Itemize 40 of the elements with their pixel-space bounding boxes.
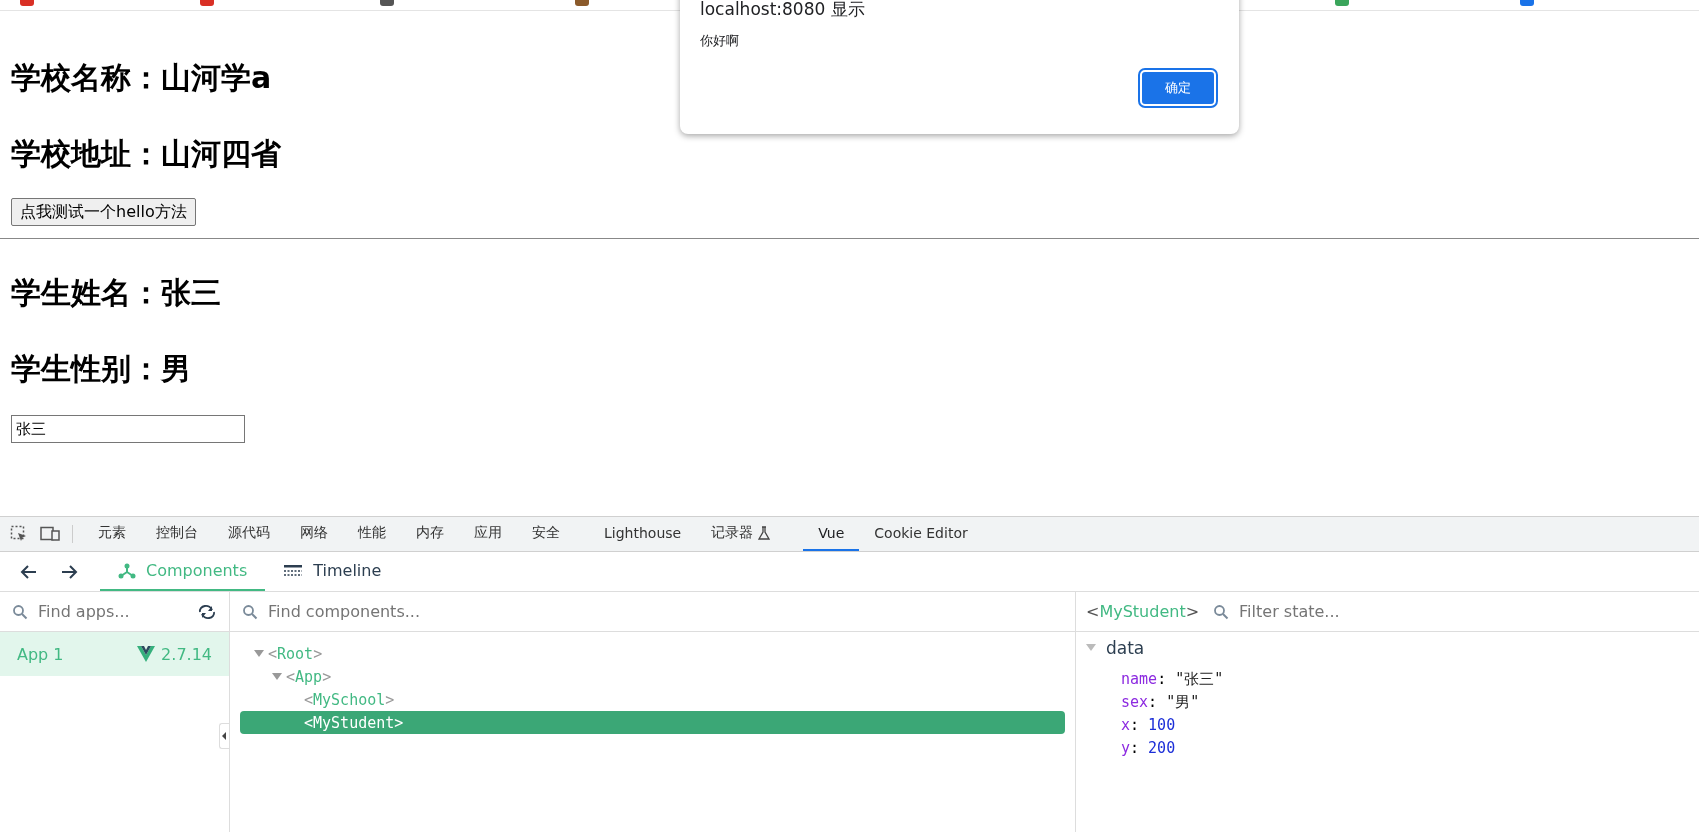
refresh-icon[interactable] xyxy=(197,603,217,620)
devtools-tab[interactable]: 元素 xyxy=(83,517,141,551)
search-icon xyxy=(242,603,258,620)
components-icon xyxy=(118,561,136,580)
dialog-title: localhost:8080 显示 xyxy=(700,0,866,21)
devtools-tab[interactable]: 控制台 xyxy=(141,517,213,551)
ok-button[interactable]: 确定 xyxy=(1140,70,1216,106)
flask-icon xyxy=(758,526,771,540)
devtools-tab[interactable]: 安全 xyxy=(517,517,575,551)
state-field: y: 200 xyxy=(1121,737,1699,760)
heading: 学校名称：山河学a xyxy=(11,59,272,97)
devtools-tab[interactable]: 内存 xyxy=(401,517,459,551)
state-field: x: 100 xyxy=(1121,714,1699,737)
vue-logo-icon xyxy=(137,646,156,662)
timeline-icon xyxy=(283,563,304,578)
expand-arrow-icon[interactable] xyxy=(272,672,282,681)
expand-arrow-icon[interactable] xyxy=(254,649,264,658)
state-field: sex: "男" xyxy=(1121,691,1699,714)
component-name: <MyStudent> xyxy=(1086,602,1200,621)
state-field: name: "张三" xyxy=(1121,668,1699,691)
heading: 学生性别：男 xyxy=(11,350,191,388)
search-icon xyxy=(1213,603,1230,620)
hello-button[interactable]: 点我测试一个hello方法 xyxy=(11,198,196,226)
heading: 学校地址：山河四省 xyxy=(11,135,281,173)
devtools-tab[interactable]: 记录器 xyxy=(696,517,786,551)
name-input[interactable]: 张三 xyxy=(11,415,245,443)
devtools-tab[interactable]: 源代码 xyxy=(213,517,285,551)
devtools-tab[interactable]: 网络 xyxy=(285,517,343,551)
dialog-message: 你好啊 xyxy=(700,32,740,50)
search-icon xyxy=(12,603,28,620)
devtools-tab[interactable]: 应用 xyxy=(459,517,517,551)
collapse-handle[interactable] xyxy=(219,723,229,749)
devtools-tab[interactable]: Lighthouse xyxy=(589,517,697,551)
heading: 学生姓名：张三 xyxy=(11,274,221,312)
devtools-tab[interactable]: Cookie Editor xyxy=(859,517,983,551)
devtools-tab[interactable]: 性能 xyxy=(343,517,401,551)
section-label: data xyxy=(1106,638,1145,658)
expand-arrow-icon[interactable] xyxy=(1086,644,1096,652)
devtools-tab[interactable]: Vue xyxy=(803,517,860,551)
panel-tab[interactable]: Timeline xyxy=(265,552,400,591)
